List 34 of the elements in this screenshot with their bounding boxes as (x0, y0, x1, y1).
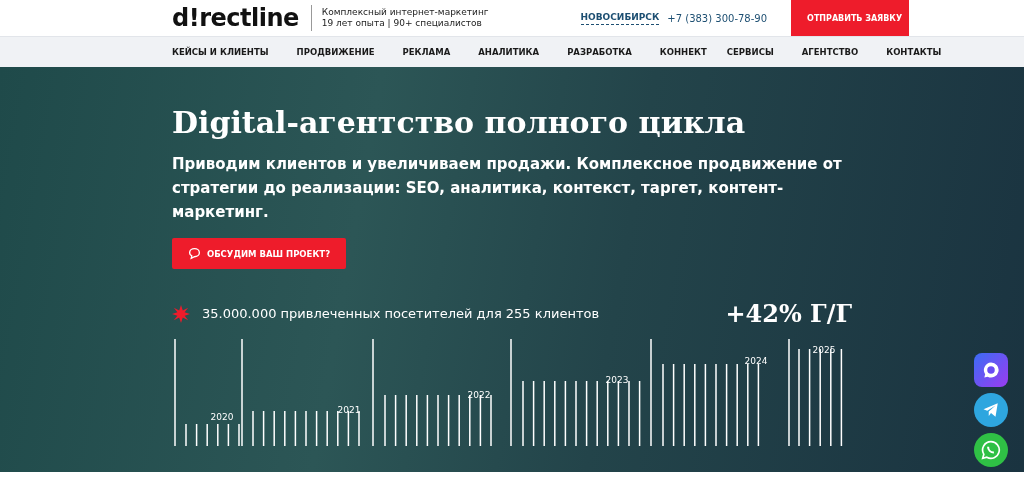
send-request-button[interactable]: ОТПРАВИТЬ ЗАЯВКУ (791, 0, 910, 36)
chat-app-button[interactable] (974, 353, 1008, 387)
nav-link[interactable]: СЕРВИСЫ (726, 47, 774, 57)
nav-link[interactable]: АГЕНТСТВО (801, 47, 859, 57)
burst-icon (172, 304, 190, 323)
telegram-button[interactable] (974, 393, 1008, 427)
year-label: 2021 (337, 405, 361, 415)
nav-link[interactable]: РЕКЛАМА (402, 47, 451, 57)
hero-title: Digital-агентство полного цикла (172, 105, 747, 140)
year-label: 2020 (210, 412, 234, 422)
whatsapp-button[interactable] (974, 433, 1008, 467)
year-label: 2025 (812, 345, 836, 355)
paper-plane-icon (982, 401, 1000, 419)
hero-subtitle: Приводим клиентов и увеличиваем продажи. Комплексное продвижение от стратегии до реализации: SEO, аналитика, контекст, таргет, контент-маркетинг. (172, 154, 843, 223)
year-label: 2022 (467, 390, 491, 400)
phone-link[interactable]: +7 (383) 300-78-90 (667, 12, 768, 24)
growth-stat: +42% Г/Г (725, 299, 852, 328)
tagline-text: 19 лет опыта | 90+ специалистов (321, 18, 483, 29)
speech-bubble-icon (981, 360, 1001, 380)
nav-link[interactable]: РАЗРАБОТКА (567, 47, 632, 57)
nav-link[interactable]: АНАЛИТИКА (478, 47, 540, 57)
chat-icon (187, 247, 201, 260)
nav-link[interactable]: КОНТАКТЫ (886, 47, 942, 57)
nav-link[interactable]: КЕЙСЫ И КЛИЕНТЫ (172, 47, 269, 57)
city-link[interactable]: НОВОСИБИРСК (580, 11, 660, 25)
tagline-text: Комплексный интернет-маркетинг (321, 7, 489, 18)
visitors-stat: 35.000.000 привлеченных посетителей для 255 клиентов (202, 306, 601, 321)
logo[interactable]: d!rectline (172, 5, 312, 31)
discuss-project-button[interactable]: ОБСУДИМ ВАШ ПРОЕКТ? (172, 238, 346, 269)
year-label: 2023 (605, 375, 629, 385)
phone-bubble-icon (981, 440, 1001, 460)
nav-link[interactable]: КОННЕКТ (659, 47, 707, 57)
nav-link[interactable]: ПРОДВИЖЕНИЕ (296, 47, 375, 57)
year-label: 2024 (744, 356, 768, 366)
